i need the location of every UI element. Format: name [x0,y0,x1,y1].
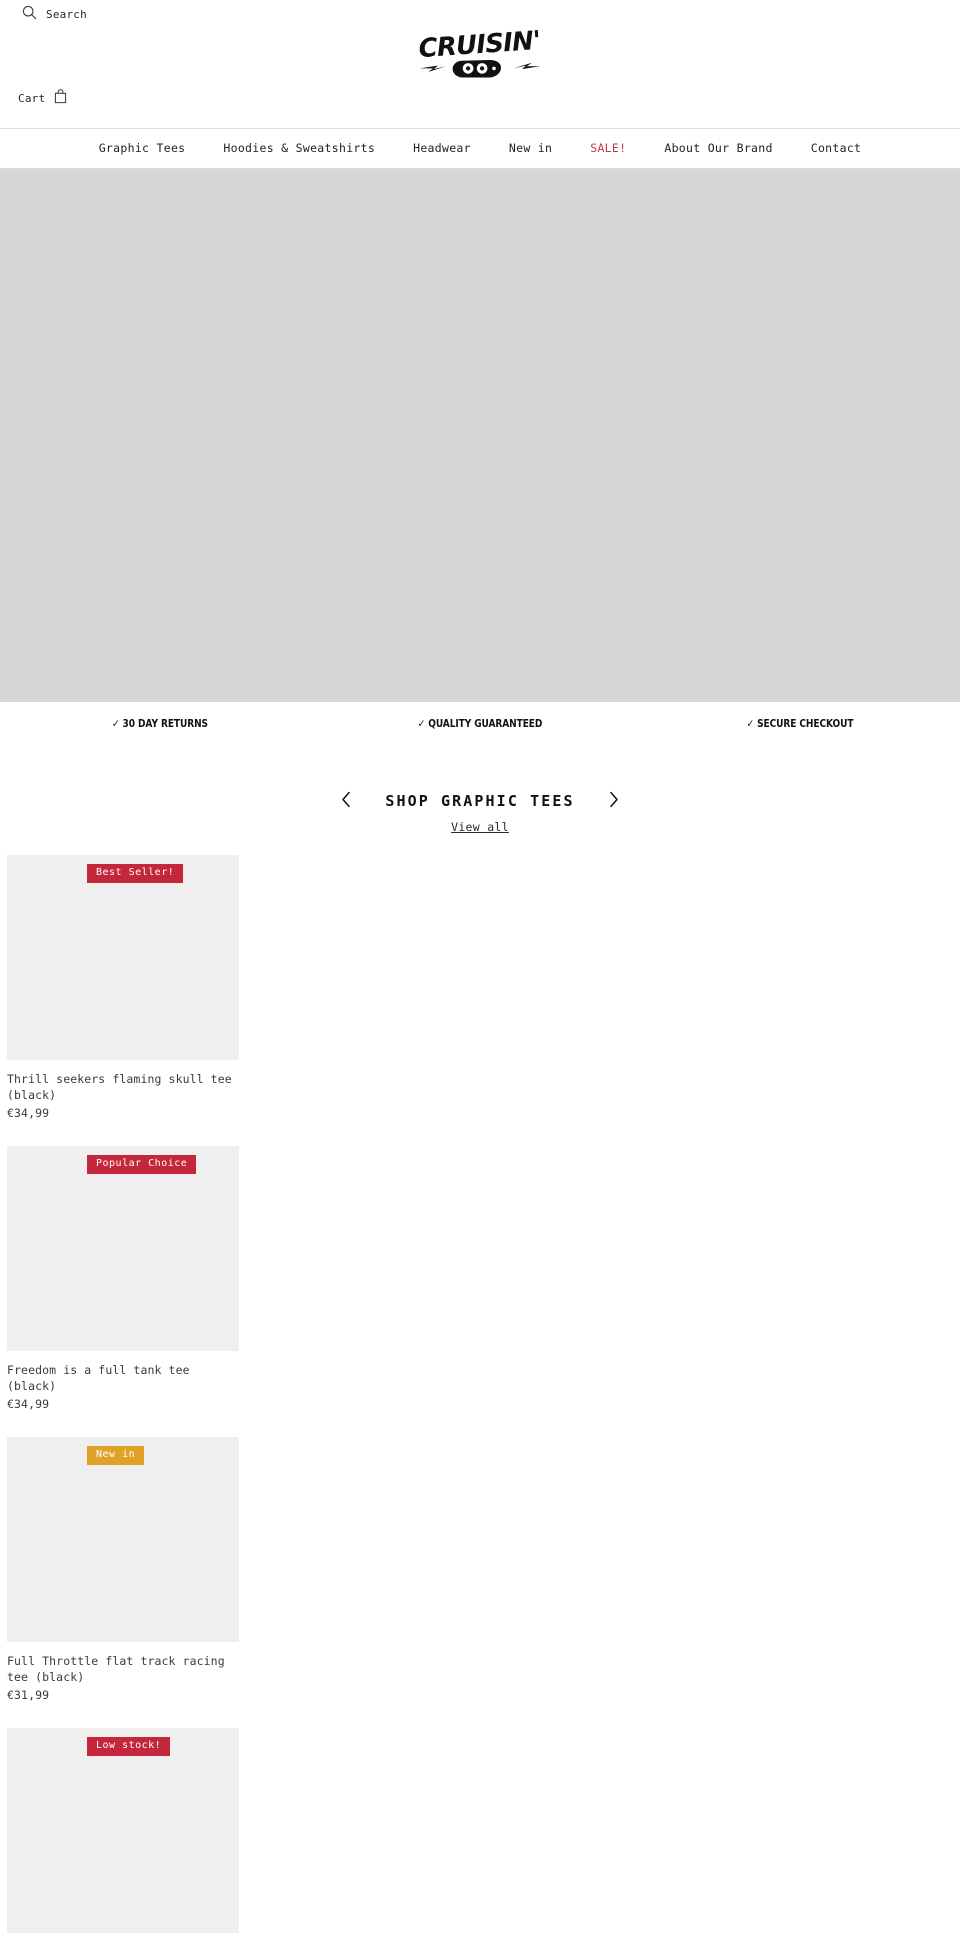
product-title: Thrill seekers flaming skull tee (black) [7,1072,232,1102]
trust-badge-bar: ✓ 30 DAY RETURNS ✓ QUALITY GUARANTEED ✓ … [0,702,960,746]
nav-item-new-in[interactable]: New in [490,142,571,155]
main-navigation: Graphic Tees Hoodies & Sweatshirts Headw… [0,129,960,169]
chevron-right-icon [608,791,619,811]
product-card[interactable]: Popular Choice Freedom is a full tank te… [7,1146,953,1411]
product-price: €31,99 [7,1688,50,1703]
product-title: Freedom is a full tank tee (black) [7,1363,190,1393]
storefront-page: Search CRUISIN' Cart Graphic Tees Hoodie… [0,0,960,1934]
product-card[interactable]: Low stock! [7,1728,953,1934]
nav-item-graphic-tees[interactable]: Graphic Tees [80,142,205,155]
product-image[interactable]: Low stock! [7,1728,239,1934]
hero-banner[interactable] [0,169,960,702]
product-image[interactable]: New in [7,1437,239,1643]
trust-badge-quality: ✓ QUALITY GUARANTEED [417,718,543,730]
trust-badge-checkout: ✓ SECURE CHECKOUT [746,718,854,730]
chevron-left-icon [341,791,352,811]
carousel-title: SHOP GRAPHIC TEES [385,792,575,810]
search-icon [22,5,37,24]
nav-item-about[interactable]: About Our Brand [645,142,791,155]
site-header: Search CRUISIN' Cart [0,0,960,129]
search-label: Search [46,7,87,21]
cruisin-co-logo-icon: CRUISIN' [418,26,542,78]
trust-badge-returns: ✓ 30 DAY RETURNS [112,718,208,730]
product-price: €34,99 [7,1106,50,1121]
site-logo[interactable]: CRUISIN' [0,22,960,84]
carousel-header: SHOP GRAPHIC TEES View all [0,746,960,835]
product-title: Full Throttle flat track racing tee (bla… [7,1654,225,1684]
product-price: €34,99 [7,1397,50,1412]
nav-item-headwear[interactable]: Headwear [394,142,490,155]
nav-item-sale[interactable]: SALE! [571,142,645,155]
product-badge: Popular Choice [87,1155,197,1175]
product-card[interactable]: Best Seller! Thrill seekers flaming skul… [7,855,953,1120]
carousel-prev-button[interactable] [329,788,363,814]
product-badge: Best Seller! [87,864,184,883]
product-card[interactable]: New in Full Throttle flat track racing t… [7,1437,953,1702]
nav-item-hoodies[interactable]: Hoodies & Sweatshirts [204,142,394,155]
nav-item-contact[interactable]: Contact [792,142,881,155]
svg-text:CRUISIN': CRUISIN' [418,26,542,64]
product-image[interactable]: Popular Choice [7,1146,239,1352]
shopping-bag-icon [53,88,68,108]
carousel-next-button[interactable] [597,788,631,814]
product-badge: New in [87,1446,145,1466]
cart-label: Cart [18,91,46,105]
product-image[interactable]: Best Seller! [7,855,239,1060]
cart-button[interactable]: Cart [18,88,68,108]
view-all-link[interactable]: View all [451,820,509,834]
product-grid: Best Seller! Thrill seekers flaming skul… [0,855,960,1934]
product-badge: Low stock! [87,1737,171,1757]
